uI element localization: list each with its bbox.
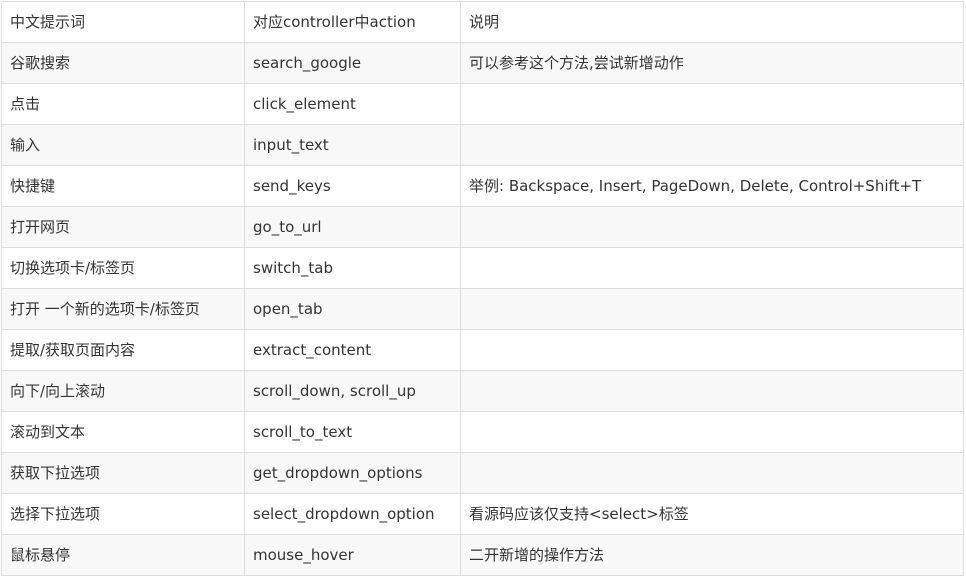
cell-prompt: 快捷键 [1,165,245,207]
cell-description: 看源码应该仅支持<select>标签 [460,493,964,535]
cell-description: 可以参考这个方法,尝试新增动作 [460,42,964,84]
cell-prompt: 切换选项卡/标签页 [1,247,245,289]
table-row: 获取下拉选项 get_dropdown_options [1,452,964,494]
cell-action: send_keys [244,165,461,207]
cell-prompt: 鼠标悬停 [1,534,245,576]
cell-action: scroll_down, scroll_up [244,370,461,412]
cell-action: click_element [244,83,461,125]
table-row: 切换选项卡/标签页 switch_tab [1,247,964,289]
table-row: 快捷键 send_keys 举例: Backspace, Insert, Pag… [1,165,964,207]
cell-description [460,452,964,494]
cell-prompt: 输入 [1,124,245,166]
cell-description: 二开新增的操作方法 [460,534,964,576]
cell-prompt: 获取下拉选项 [1,452,245,494]
table-row: 输入 input_text [1,124,964,166]
header-chinese-prompt: 中文提示词 [1,1,245,43]
cell-action: get_dropdown_options [244,452,461,494]
cell-action: switch_tab [244,247,461,289]
table-row: 谷歌搜索 search_google 可以参考这个方法,尝试新增动作 [1,42,964,84]
cell-prompt: 选择下拉选项 [1,493,245,535]
cell-action: go_to_url [244,206,461,248]
table-row: 提取/获取页面内容 extract_content [1,329,964,371]
cell-prompt: 滚动到文本 [1,411,245,453]
action-mapping-table: 中文提示词 对应controller中action 说明 谷歌搜索 search… [1,1,964,576]
cell-prompt: 提取/获取页面内容 [1,329,245,371]
cell-description [460,83,964,125]
cell-prompt: 打开网页 [1,206,245,248]
header-description: 说明 [460,1,964,43]
table-row: 打开网页 go_to_url [1,206,964,248]
table-row: 鼠标悬停 mouse_hover 二开新增的操作方法 [1,534,964,576]
cell-action: search_google [244,42,461,84]
table-row: 点击 click_element [1,83,964,125]
table-header-row: 中文提示词 对应controller中action 说明 [1,1,964,43]
cell-prompt: 向下/向上滚动 [1,370,245,412]
cell-description [460,206,964,248]
cell-action: input_text [244,124,461,166]
cell-action: mouse_hover [244,534,461,576]
header-controller-action: 对应controller中action [244,1,461,43]
cell-action: scroll_to_text [244,411,461,453]
table-row: 滚动到文本 scroll_to_text [1,411,964,453]
table-row: 向下/向上滚动 scroll_down, scroll_up [1,370,964,412]
cell-description [460,329,964,371]
cell-action: select_dropdown_option [244,493,461,535]
cell-prompt: 点击 [1,83,245,125]
cell-description [460,247,964,289]
cell-description [460,124,964,166]
cell-description [460,288,964,330]
cell-action: extract_content [244,329,461,371]
cell-description [460,370,964,412]
action-table-container: 中文提示词 对应controller中action 说明 谷歌搜索 search… [1,1,964,576]
cell-description: 举例: Backspace, Insert, PageDown, Delete,… [460,165,964,207]
table-row: 选择下拉选项 select_dropdown_option 看源码应该仅支持<s… [1,493,964,535]
table-row: 打开 一个新的选项卡/标签页 open_tab [1,288,964,330]
cell-action: open_tab [244,288,461,330]
cell-prompt: 打开 一个新的选项卡/标签页 [1,288,245,330]
cell-prompt: 谷歌搜索 [1,42,245,84]
cell-description [460,411,964,453]
